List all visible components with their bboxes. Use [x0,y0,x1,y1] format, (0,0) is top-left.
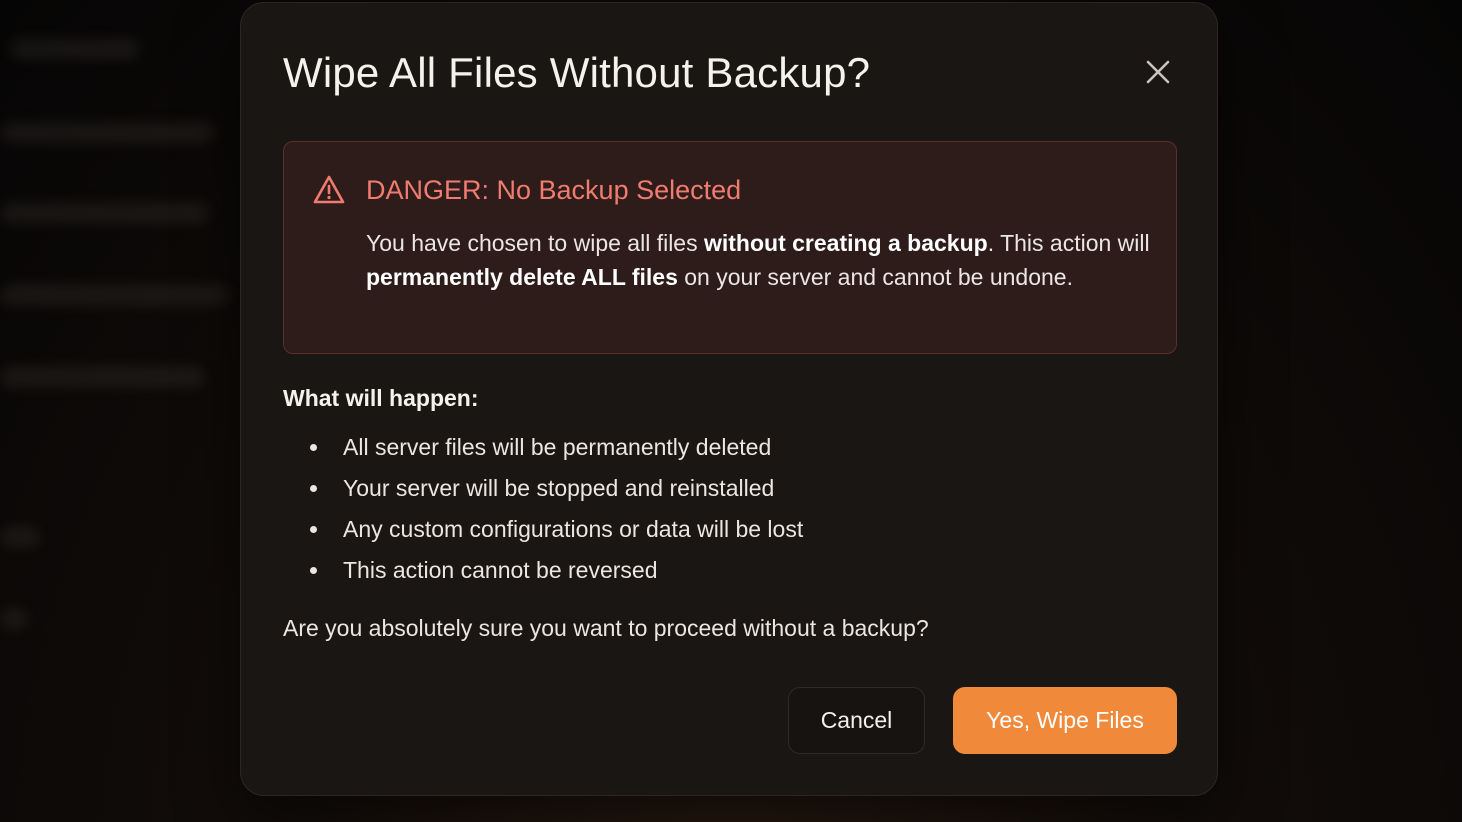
confirm-wipe-button[interactable]: Yes, Wipe Files [953,687,1177,754]
danger-description: You have chosen to wipe all files withou… [366,226,1156,294]
consequences-list: All server files will be permanently del… [307,430,803,594]
blurred-text [10,38,140,60]
list-item: Any custom configurations or data will b… [307,512,803,553]
dialog-title: Wipe All Files Without Backup? [283,49,871,96]
danger-text-part: You have chosen to wipe all files [366,230,704,256]
confirmation-question: Are you absolutely sure you want to proc… [283,615,929,641]
list-item: All server files will be permanently del… [307,430,803,471]
blurred-text [0,202,210,224]
list-item: Your server will be stopped and reinstal… [307,471,803,512]
danger-text-bold: permanently delete ALL files [366,264,678,290]
wipe-files-dialog: Wipe All Files Without Backup? DANGER: N… [240,2,1218,796]
blurred-text [0,608,28,630]
close-button[interactable] [1139,53,1177,91]
danger-text-part: . This action will [987,230,1150,256]
danger-alert: DANGER: No Backup Selected You have chos… [283,141,1177,354]
close-icon [1146,60,1170,84]
blurred-text [0,284,230,306]
blurred-text [0,122,215,144]
blurred-text [0,526,40,548]
danger-text-bold: without creating a backup [703,230,988,256]
blurred-text [0,366,205,388]
consequences-heading: What will happen: [283,385,479,411]
warning-triangle-icon [313,175,345,204]
danger-text-part: on your server and cannot be undone. [677,264,1073,290]
cancel-button[interactable]: Cancel [788,687,925,754]
danger-title: DANGER: No Backup Selected [366,175,742,205]
list-item: This action cannot be reversed [307,553,803,594]
